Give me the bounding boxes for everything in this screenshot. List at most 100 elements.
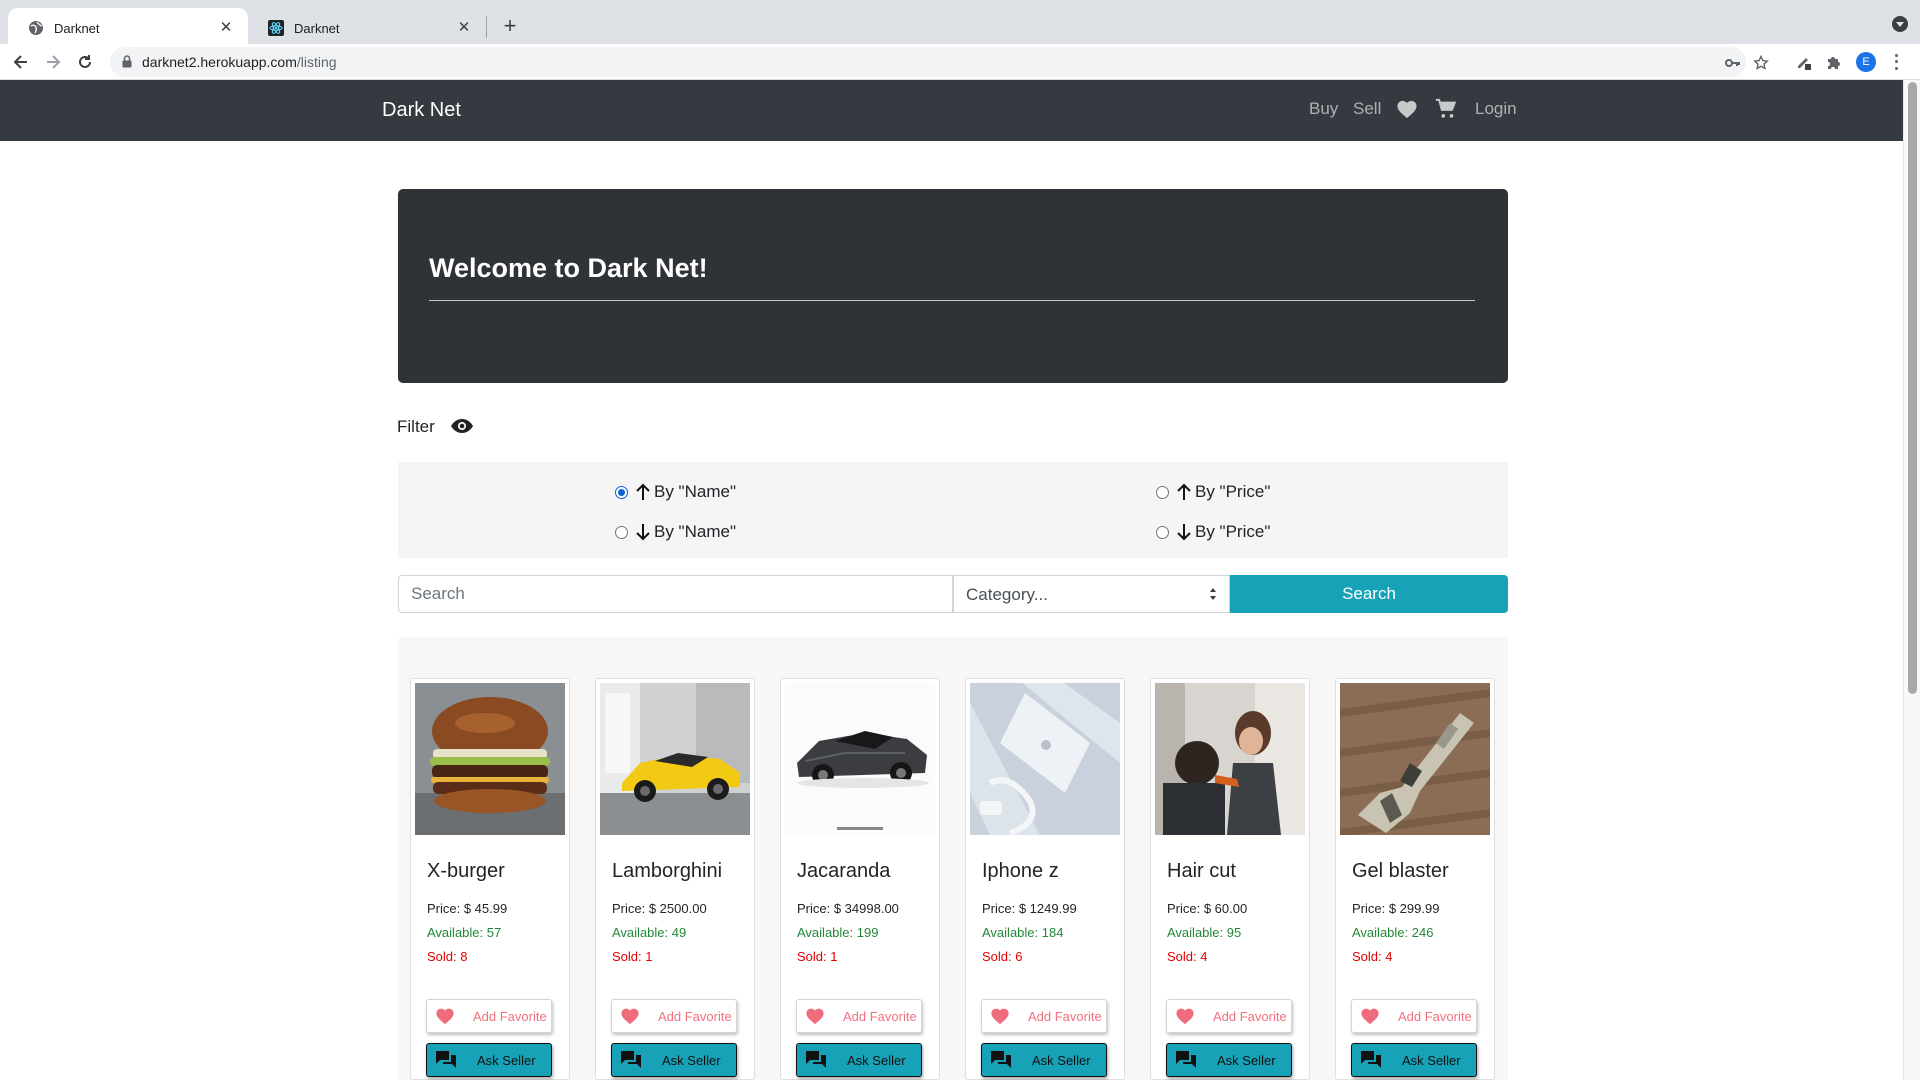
- scrollbar-thumb[interactable]: [1908, 82, 1917, 694]
- sort-name-asc-option[interactable]: By "Name": [615, 482, 736, 502]
- brand-logo[interactable]: Dark Net: [382, 99, 461, 122]
- product-name: Lamborghini: [612, 860, 723, 882]
- chat-icon: [1360, 1049, 1382, 1071]
- arrow-down-icon: [1175, 522, 1193, 542]
- nav-sell-link[interactable]: Sell: [1353, 99, 1381, 119]
- sort-name-asc-radio[interactable]: [615, 485, 628, 499]
- welcome-jumbotron: Welcome to Dark Net!: [398, 189, 1508, 383]
- sort-price-asc-radio[interactable]: [1156, 485, 1169, 499]
- product-image-burger[interactable]: [415, 683, 565, 835]
- product-card[interactable]: Jacaranda Price: $ 34998.00 Available: 1…: [780, 678, 940, 1080]
- new-tab-button[interactable]: +: [496, 12, 524, 40]
- add-favorite-button[interactable]: Add Favorite: [1351, 999, 1477, 1033]
- ask-seller-label: Ask Seller: [1032, 1052, 1091, 1068]
- add-favorite-button[interactable]: Add Favorite: [796, 999, 922, 1033]
- heart-icon: [435, 1006, 455, 1026]
- product-image-gel-blaster[interactable]: [1340, 683, 1490, 835]
- chat-icon: [1175, 1049, 1197, 1071]
- key-icon[interactable]: [1724, 54, 1742, 72]
- globe-icon: [28, 20, 44, 36]
- select-caret-icon: [1209, 586, 1217, 602]
- profile-avatar[interactable]: E: [1856, 52, 1876, 72]
- product-card[interactable]: Hair cut Price: $ 60.00 Available: 95 So…: [1150, 678, 1310, 1080]
- ask-seller-button[interactable]: Ask Seller: [426, 1043, 552, 1077]
- category-select[interactable]: Category...: [953, 575, 1230, 613]
- product-card[interactable]: Gel blaster Price: $ 299.99 Available: 2…: [1335, 678, 1495, 1080]
- add-favorite-button[interactable]: Add Favorite: [1166, 999, 1292, 1033]
- filter-label: Filter: [397, 417, 435, 436]
- ask-seller-button[interactable]: Ask Seller: [1351, 1043, 1477, 1077]
- add-favorite-button[interactable]: Add Favorite: [426, 999, 552, 1033]
- heart-icon: [1360, 1006, 1380, 1026]
- search-button[interactable]: Search: [1230, 575, 1508, 613]
- add-favorite-button[interactable]: Add Favorite: [611, 999, 737, 1033]
- nav-login-link[interactable]: Login: [1475, 99, 1517, 119]
- browser-toolbar: darknet2.herokuapp.com/listing E: [0, 44, 1920, 80]
- add-favorite-label: Add Favorite: [1213, 1008, 1287, 1024]
- nav-buy-link[interactable]: Buy: [1309, 99, 1338, 119]
- product-available: Available: 184: [982, 925, 1064, 940]
- product-price: Price: $ 1249.99: [982, 901, 1077, 916]
- heart-icon: [805, 1006, 825, 1026]
- product-name: Jacaranda: [797, 860, 891, 882]
- sort-price-asc-option[interactable]: By "Price": [1156, 482, 1270, 502]
- product-available: Available: 57: [427, 925, 502, 940]
- tab-close-icon[interactable]: ✕: [218, 20, 234, 36]
- sort-name-desc-option[interactable]: By "Name": [615, 522, 736, 542]
- url-text: darknet2.herokuapp.com/listing: [142, 54, 337, 70]
- browser-menu-icon[interactable]: [1892, 52, 1900, 72]
- reload-icon[interactable]: [73, 50, 97, 74]
- cart-icon[interactable]: [1434, 97, 1458, 121]
- sort-option-label: By "Name": [654, 482, 736, 501]
- product-card[interactable]: X-burger Price: $ 45.99 Available: 57 So…: [410, 678, 570, 1080]
- add-favorite-button[interactable]: Add Favorite: [981, 999, 1107, 1033]
- ask-seller-button[interactable]: Ask Seller: [981, 1043, 1107, 1077]
- eye-icon[interactable]: [449, 413, 475, 439]
- browser-tab-strip: Darknet ✕ Darknet ✕ +: [0, 0, 1920, 48]
- product-image-iphone[interactable]: [970, 683, 1120, 835]
- product-price: Price: $ 34998.00: [797, 901, 899, 916]
- product-image-haircut[interactable]: [1155, 683, 1305, 835]
- tab-close-icon[interactable]: ✕: [456, 20, 472, 36]
- ask-seller-button[interactable]: Ask Seller: [1166, 1043, 1292, 1077]
- sort-options-panel: By "Name" By "Price" By "Name" By "Price…: [398, 462, 1508, 558]
- browser-tab[interactable]: Darknet ✕: [248, 8, 486, 48]
- chat-icon: [805, 1049, 827, 1071]
- heart-icon: [1175, 1006, 1195, 1026]
- add-favorite-label: Add Favorite: [658, 1008, 732, 1024]
- add-favorite-label: Add Favorite: [473, 1008, 547, 1024]
- site-navbar: Dark Net Buy Sell Login: [0, 80, 1903, 141]
- page-scrollbar[interactable]: [1903, 80, 1920, 1080]
- product-image-jacaranda[interactable]: [785, 683, 935, 835]
- forward-icon[interactable]: [41, 50, 65, 74]
- product-sold: Sold: 8: [427, 949, 468, 964]
- product-available: Available: 199: [797, 925, 879, 940]
- extensions-puzzle-icon[interactable]: [1824, 52, 1844, 72]
- product-image-lamborghini[interactable]: [600, 683, 750, 835]
- sort-name-desc-radio[interactable]: [615, 525, 628, 539]
- ask-seller-button[interactable]: Ask Seller: [796, 1043, 922, 1077]
- product-name: Gel blaster: [1352, 860, 1449, 882]
- product-available: Available: 246: [1352, 925, 1434, 940]
- heart-icon: [620, 1006, 640, 1026]
- extension-pen-icon[interactable]: [1794, 52, 1814, 72]
- product-price: Price: $ 2500.00: [612, 901, 707, 916]
- tab-search-icon[interactable]: [1892, 16, 1908, 32]
- product-card[interactable]: Iphone z Price: $ 1249.99 Available: 184…: [965, 678, 1125, 1080]
- sort-price-desc-option[interactable]: By "Price": [1156, 522, 1270, 542]
- browser-tab-active[interactable]: Darknet ✕: [8, 8, 248, 48]
- category-selected-value: Category...: [966, 585, 1048, 604]
- tab-title: Darknet: [54, 20, 100, 36]
- tab-title: Darknet: [294, 20, 340, 36]
- search-input[interactable]: [398, 575, 953, 613]
- bookmark-star-icon[interactable]: [1752, 54, 1770, 72]
- heart-icon[interactable]: [1395, 97, 1419, 121]
- product-name: Iphone z: [982, 860, 1059, 882]
- address-bar[interactable]: darknet2.herokuapp.com/listing: [110, 47, 1746, 77]
- ask-seller-button[interactable]: Ask Seller: [611, 1043, 737, 1077]
- product-card[interactable]: Lamborghini Price: $ 2500.00 Available: …: [595, 678, 755, 1080]
- back-icon[interactable]: [9, 50, 33, 74]
- arrow-up-icon: [1175, 482, 1193, 502]
- sort-price-desc-radio[interactable]: [1156, 525, 1169, 539]
- heart-icon: [990, 1006, 1010, 1026]
